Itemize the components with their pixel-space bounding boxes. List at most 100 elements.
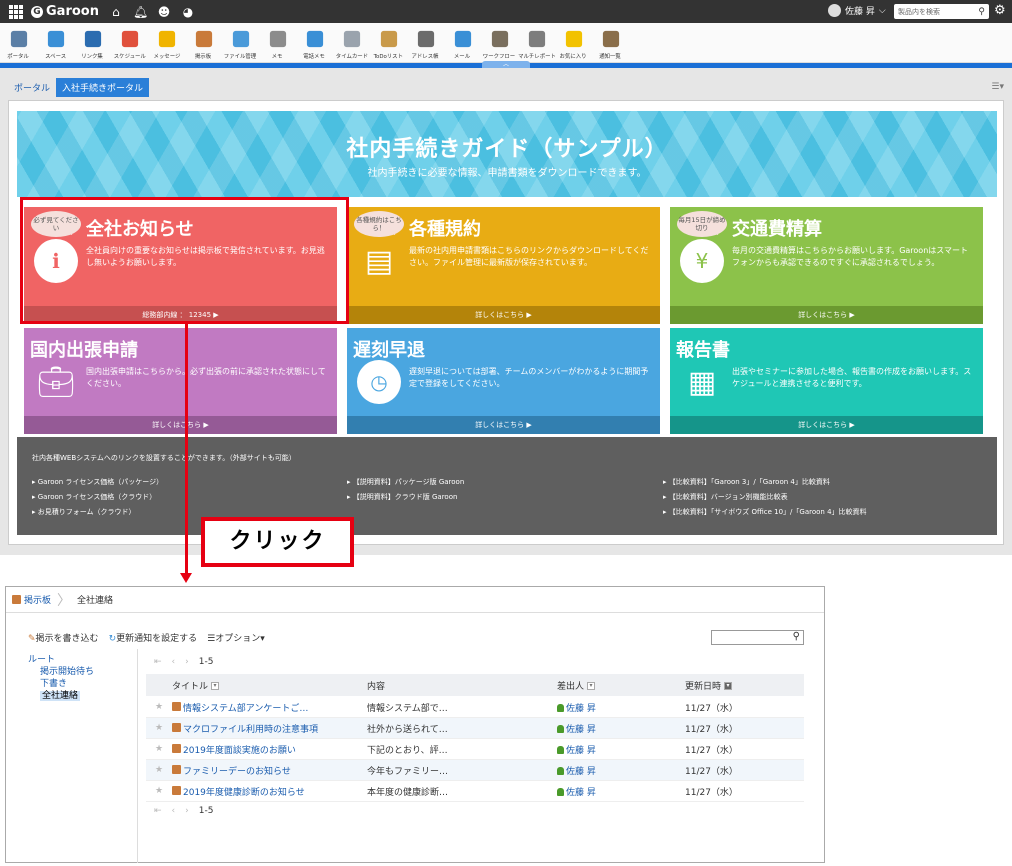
post-sender[interactable]: 佐藤 昇 [557,722,685,735]
app-launcher-item[interactable]: ToDoリスト [370,23,407,62]
tree-item-selected[interactable]: 全社連絡 [28,690,136,702]
breadcrumb-board[interactable]: 掲示板 [6,593,51,606]
link-item[interactable]: 【説明資料】クラウド版 Garoon [347,490,464,505]
app-launcher-item[interactable]: メール [444,23,481,62]
table-row[interactable]: ★ マクロファイル利用時の注意事項 社外から送られて… 佐藤 昇 11/27（水） [146,718,804,739]
prev-page-icon[interactable]: ‹ [172,806,176,816]
post-sender[interactable]: 佐藤 昇 [557,743,685,756]
sort-icon[interactable]: ▾ [587,682,596,690]
portal-menu-icon[interactable]: ☰▾ [991,82,1004,92]
column-updated[interactable]: 更新日時 ▾ [685,679,785,692]
link-item[interactable]: 【説明資料】パッケージ版 Garoon [347,475,465,490]
post-title[interactable]: ファミリーデーのお知らせ [172,764,367,777]
board-search-input[interactable]: ⚲ [711,630,804,645]
link-item[interactable]: Garoon ライセンス価格（クラウド） [32,490,163,505]
app-launcher-item[interactable]: お気に入り [555,23,592,62]
bulletin-board-window: 掲示板 〉 全社連絡 ✎掲示を書き込む ↻更新通知を設定する ☰オプション▾ ⚲… [5,586,825,863]
app-launcher-item[interactable]: スペース [37,23,74,62]
search-icon[interactable]: ⚲ [978,6,985,17]
post-title[interactable]: マクロファイル利用時の注意事項 [172,722,367,735]
app-launcher-item[interactable]: マルチレポート [518,23,555,62]
app-label: 通知一覧 [599,53,622,60]
app-menu-icon[interactable] [9,4,23,19]
app-launcher-item[interactable]: アドレス帳 [407,23,444,62]
post-title[interactable]: 2019年度面談実施のお願い [172,743,367,756]
column-title[interactable]: タイトル ▾ [172,679,367,692]
app-launcher-item[interactable]: メッセージ [148,23,185,62]
user-menu[interactable]: 佐藤 昇 ⌵ [828,4,886,17]
link-item[interactable]: 【比較資料】「サイボウズ Office 10」/「Garoon 4」比較資料 [663,505,867,520]
sort-icon[interactable]: ▾ [211,682,220,690]
tab-portal[interactable]: ポータル [8,78,56,97]
card-link[interactable]: 詳しくはこちら ▶ [670,306,983,324]
tree-item[interactable]: 下書き [28,678,136,690]
first-page-icon[interactable]: ⇤ [154,806,162,816]
notify-settings-button[interactable]: ↻更新通知を設定する [109,631,198,644]
garoon-logo[interactable]: G Garoon [31,4,99,19]
smiley-icon[interactable]: ☻ [157,5,171,19]
board-icon [172,764,181,774]
prev-page-icon[interactable]: ‹ [172,657,176,667]
tree-item[interactable]: 掲示開始待ち [28,666,136,678]
app-launcher-item[interactable]: ワークフロー [481,23,518,62]
write-post-button[interactable]: ✎掲示を書き込む [28,631,99,644]
collapse-chevron-icon[interactable]: ︿ [482,61,530,68]
next-page-icon[interactable]: › [185,657,189,667]
column-sender[interactable]: 差出人 ▾ [557,679,685,692]
card-link[interactable]: 詳しくはこちら ▶ [347,306,660,324]
options-button[interactable]: ☰オプション▾ [207,631,265,644]
link-item[interactable]: 【比較資料】「Garoon 3」/「Garoon 4」比較資料 [663,475,867,490]
search-icon[interactable]: ⚲ [793,631,800,642]
post-date: 11/27（水） [685,766,738,777]
app-launcher-item[interactable]: ファイル管理 [222,23,259,62]
star-icon[interactable]: ★ [146,765,172,775]
app-launcher-item[interactable]: メモ [259,23,296,62]
next-page-icon[interactable]: › [185,806,189,816]
home-icon[interactable]: ⌂ [109,5,123,19]
global-search-input[interactable]: 製品内を検索 ⚲ [894,4,989,19]
app-launcher-item[interactable]: リンク集 [74,23,111,62]
gear-icon[interactable]: ⚙ [994,3,1006,18]
card-link[interactable]: 詳しくはこちら ▶ [670,416,983,434]
card-link[interactable]: 詳しくはこちら ▶ [347,416,660,434]
banner-subtitle: 社内手続きに必要な情報、申請書類をダウンロードできます。 [367,168,647,179]
first-page-icon[interactable]: ⇤ [154,657,162,667]
table-row[interactable]: ★ 2019年度面談実施のお願い 下記のとおり、評… 佐藤 昇 11/27（水） [146,739,804,760]
post-sender[interactable]: 佐藤 昇 [557,785,685,798]
app-icon [232,30,249,48]
app-launcher-item[interactable]: スケジュール [111,23,148,62]
breadcrumb-category: 全社連絡 [77,596,114,606]
app-launcher-item[interactable]: タイムカード [333,23,370,62]
link-item[interactable]: お見積りフォーム（クラウド） [32,505,163,520]
star-icon[interactable]: ★ [146,744,172,754]
list-icon: ☰ [207,634,216,644]
card-link[interactable]: 詳しくはこちら ▶ [24,416,337,434]
bell-icon[interactable]: 🔔︎ [133,5,148,19]
card-late-early[interactable]: 遅刻早退 ◷ 遅刻早退については部署、チームのメンバーがわかるように期間予定で登… [347,328,660,434]
app-launcher-item[interactable]: ポータル [0,23,37,62]
card-regulations[interactable]: 各種規約はこちら！ 各種規約 ▤ 最新の社内用申請書類はこちらのリンクからダウン… [347,207,660,324]
app-launcher-item[interactable]: 通知一覧 [592,23,629,62]
card-business-trip[interactable]: 国内出張申請 💼︎ 国内出張申請はこちらから。必ず出張の前に承認された状態にして… [24,328,337,434]
post-title[interactable]: 情報システム部アンケートご… [172,701,367,714]
link-item[interactable]: 【比較資料】バージョン別機能比較表 [663,490,867,505]
table-row[interactable]: ★ ファミリーデーのお知らせ 今年もファミリー… 佐藤 昇 11/27（水） [146,760,804,781]
app-label: マルチレポート [517,53,556,60]
post-title[interactable]: 2019年度健康診断のお知らせ [172,785,367,798]
post-sender[interactable]: 佐藤 昇 [557,764,685,777]
tab-onboarding-portal[interactable]: 入社手続きポータル [56,78,150,97]
card-travel-expense[interactable]: 毎月15日が締め切り 交通費精算 ¥ 毎月の交通費精算はこちらからお願いします。… [670,207,983,324]
card-report[interactable]: 報告書 ▦ 出張やセミナーに参加した場合、報告書の作成をお願いします。スケジュー… [670,328,983,434]
star-icon[interactable]: ★ [146,786,172,796]
star-icon[interactable]: ★ [146,723,172,733]
post-sender[interactable]: 佐藤 昇 [557,701,685,714]
link-item[interactable]: Garoon ライセンス価格（パッケージ） [32,475,163,490]
table-row[interactable]: ★ 情報システム部アンケートご… 情報システム部で… 佐藤 昇 11/27（水） [146,697,804,718]
sort-icon[interactable]: ▾ [724,682,733,690]
app-launcher-item[interactable]: 電話メモ [296,23,333,62]
tree-root[interactable]: ルート [28,654,136,666]
app-launcher-item[interactable]: 掲示板 [185,23,222,62]
star-icon[interactable]: ★ [146,702,172,712]
globe-icon[interactable]: ◕ [181,5,195,19]
table-row[interactable]: ★ 2019年度健康診断のお知らせ 本年度の健康診断… 佐藤 昇 11/27（水） [146,781,804,802]
